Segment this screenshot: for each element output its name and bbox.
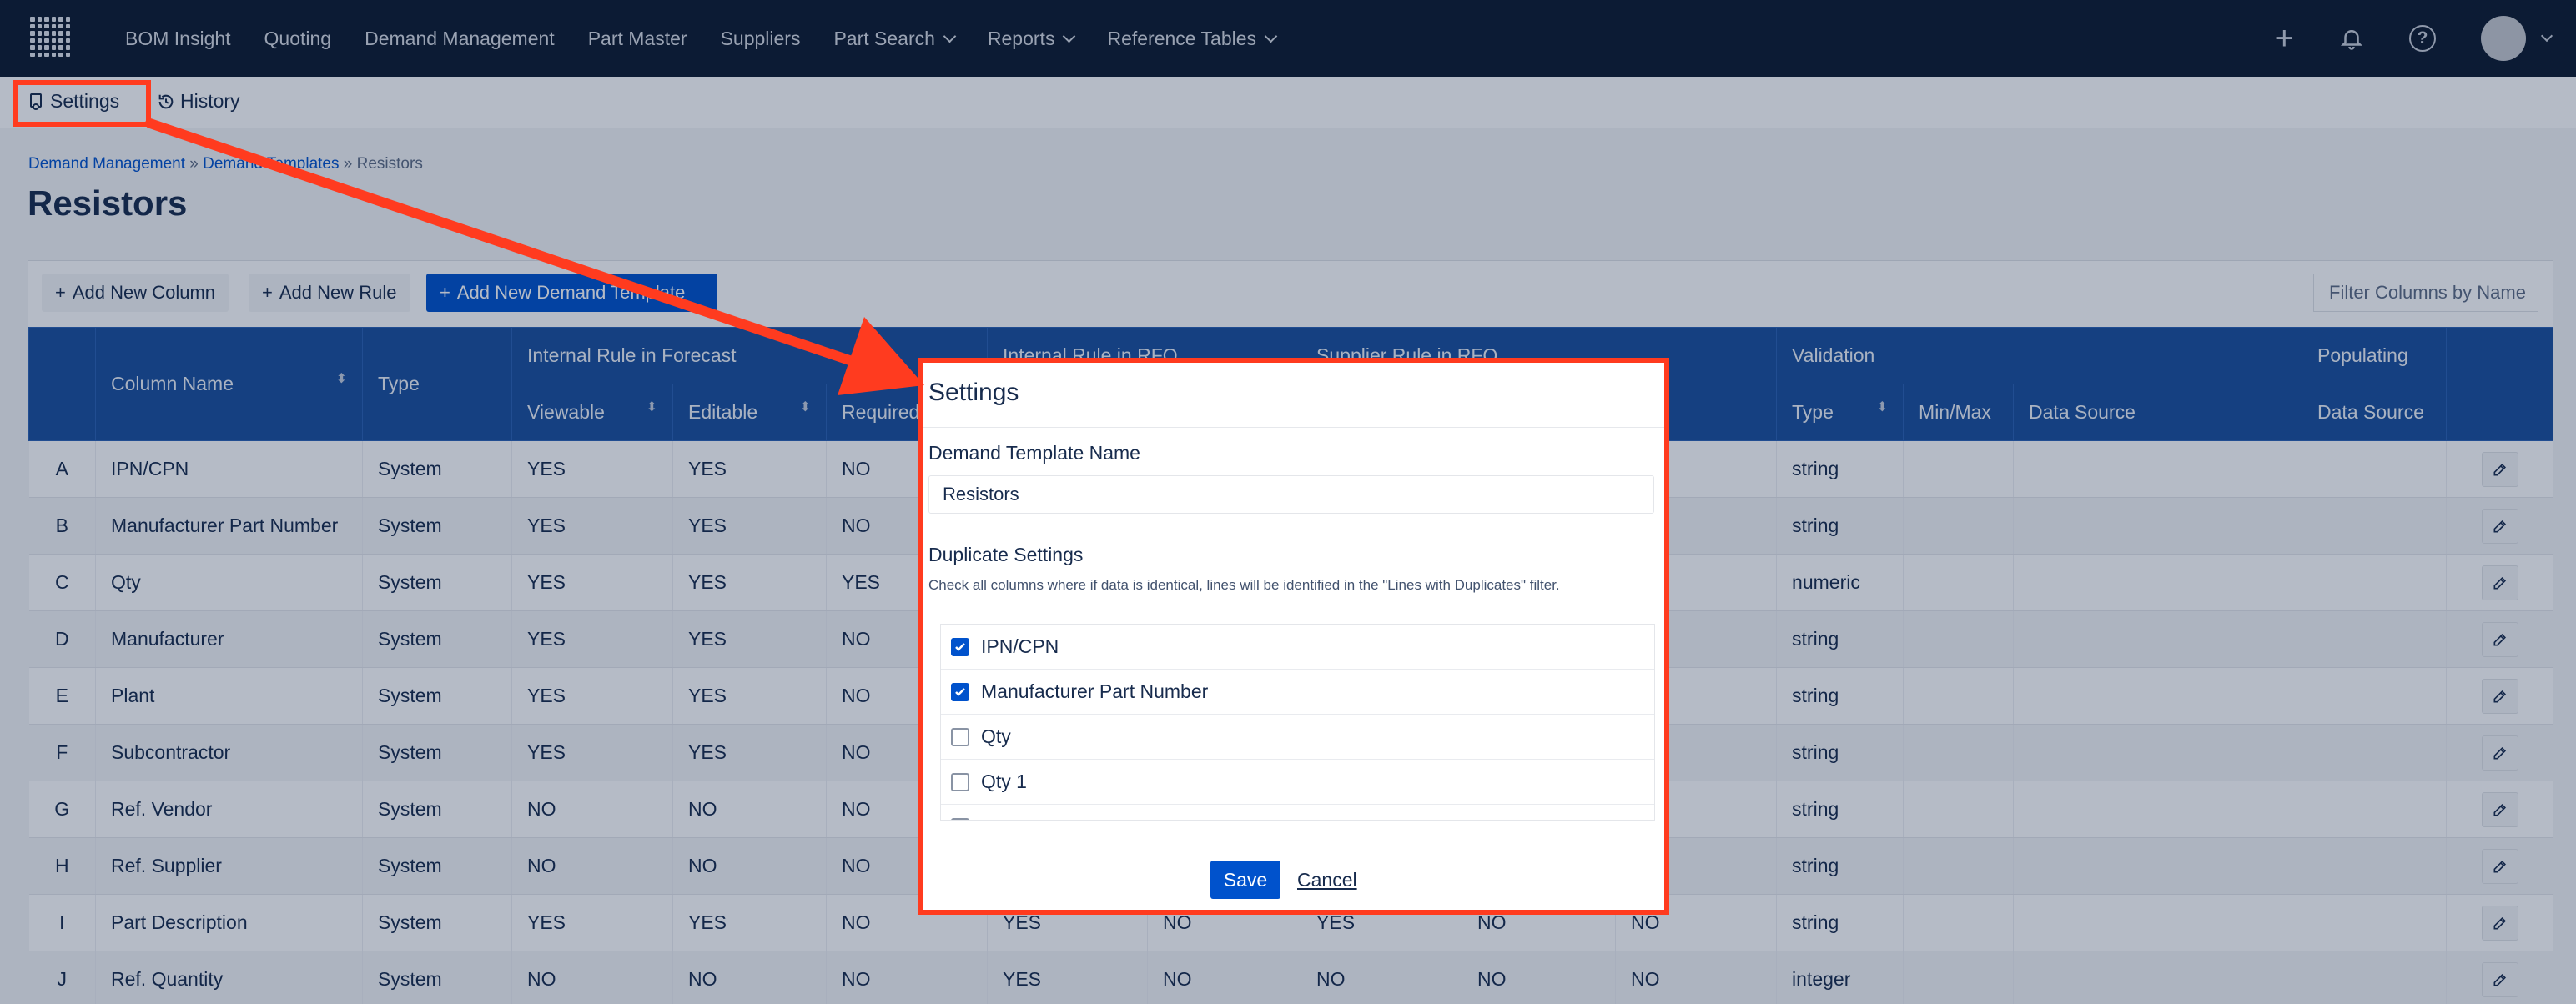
annotation-highlight-box xyxy=(918,358,1669,915)
annotation-highlight-box xyxy=(13,80,151,127)
